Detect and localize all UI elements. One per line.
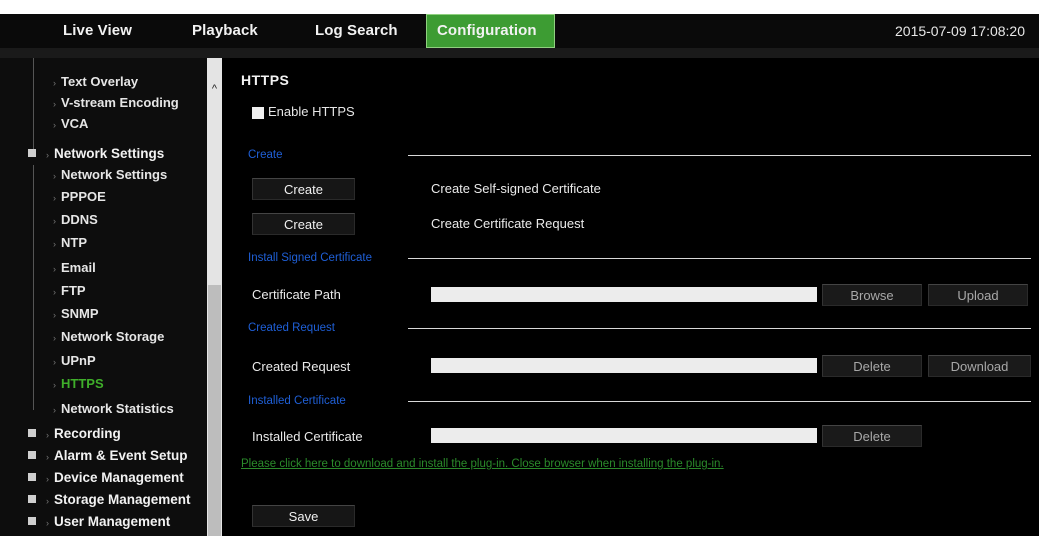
chevron-right-icon: › bbox=[46, 430, 49, 440]
create-self-signed-label: Create Self-signed Certificate bbox=[431, 181, 601, 196]
expand-icon[interactable] bbox=[28, 495, 36, 504]
chevron-right-icon: › bbox=[53, 380, 56, 390]
chevron-right-icon: › bbox=[53, 120, 56, 130]
chevron-right-icon: › bbox=[46, 496, 49, 506]
chevron-right-icon: › bbox=[53, 193, 56, 203]
sidebar-item-ntp[interactable]: › NTP bbox=[53, 232, 87, 254]
sidebar-group-user-management[interactable]: › User Management bbox=[28, 511, 170, 533]
sidebar-item-pppoe[interactable]: › PPPOE bbox=[53, 186, 106, 208]
chevron-right-icon: › bbox=[53, 78, 56, 88]
sidebar-group-device-management[interactable]: › Device Management bbox=[28, 467, 184, 489]
chevron-right-icon: › bbox=[53, 171, 56, 181]
section-divider bbox=[408, 258, 1031, 259]
sidebar-item-ddns[interactable]: › DDNS bbox=[53, 209, 98, 231]
sidebar-group-recording[interactable]: › Recording bbox=[28, 423, 121, 445]
chevron-right-icon: › bbox=[53, 405, 56, 415]
sidebar-item-https[interactable]: › HTTPS bbox=[53, 373, 104, 395]
enable-https-checkbox[interactable] bbox=[252, 107, 264, 119]
sidebar-group-storage-management[interactable]: › Storage Management bbox=[28, 489, 191, 511]
upload-button[interactable]: Upload bbox=[928, 284, 1028, 306]
download-button[interactable]: Download bbox=[928, 355, 1031, 377]
sidebar-group-alarm-event-setup[interactable]: › Alarm & Event Setup bbox=[28, 445, 188, 467]
chevron-right-icon: › bbox=[53, 239, 56, 249]
created-request-label: Created Request bbox=[252, 359, 351, 374]
expand-icon[interactable] bbox=[28, 451, 36, 460]
browse-button[interactable]: Browse bbox=[822, 284, 922, 306]
section-install-heading: Install Signed Certificate bbox=[248, 252, 373, 264]
sidebar-item-upnp[interactable]: › UPnP bbox=[53, 350, 96, 372]
plugin-download-link[interactable]: Please click here to download and instal… bbox=[241, 458, 724, 470]
sidebar-item-ftp[interactable]: › FTP bbox=[53, 280, 86, 302]
expand-icon[interactable] bbox=[28, 473, 36, 482]
chevron-right-icon: › bbox=[53, 357, 56, 367]
chevron-right-icon: › bbox=[46, 518, 49, 528]
save-button[interactable]: Save bbox=[252, 505, 355, 527]
tab-log-search[interactable]: Log Search bbox=[315, 14, 398, 48]
window-top-edge bbox=[0, 0, 1039, 14]
chevron-right-icon: › bbox=[53, 333, 56, 343]
chevron-right-icon: › bbox=[53, 99, 56, 109]
certificate-path-input[interactable] bbox=[431, 287, 817, 302]
expand-icon[interactable] bbox=[28, 517, 36, 526]
tree-connector-video bbox=[33, 58, 34, 156]
scroll-up-icon[interactable]: ^ bbox=[207, 82, 222, 96]
section-divider bbox=[408, 155, 1031, 156]
current-datetime: 2015-07-09 17:08:20 bbox=[895, 23, 1025, 39]
create-self-signed-button[interactable]: Create bbox=[252, 178, 355, 200]
collapse-icon[interactable] bbox=[28, 149, 36, 158]
section-divider bbox=[408, 328, 1031, 329]
sidebar-group-network-settings[interactable]: › Network Settings bbox=[28, 143, 164, 165]
sidebar-item-text-overlay[interactable]: › Text Overlay bbox=[53, 71, 138, 93]
tab-configuration[interactable]: Configuration bbox=[426, 14, 555, 48]
certificate-path-label: Certificate Path bbox=[252, 287, 341, 302]
scrollbar-thumb[interactable] bbox=[208, 285, 221, 536]
sidebar-item-email[interactable]: › Email bbox=[53, 257, 96, 279]
chevron-right-icon: › bbox=[46, 150, 49, 160]
tab-live-view[interactable]: Live View bbox=[63, 14, 132, 48]
delete-installed-button[interactable]: Delete bbox=[822, 425, 922, 447]
sidebar-item-snmp[interactable]: › SNMP bbox=[53, 303, 99, 325]
expand-icon[interactable] bbox=[28, 429, 36, 438]
create-request-label: Create Certificate Request bbox=[431, 216, 585, 231]
section-divider bbox=[408, 401, 1031, 402]
section-installed-heading: Installed Certificate bbox=[248, 395, 346, 407]
chevron-right-icon: › bbox=[53, 287, 56, 297]
section-created-request-heading: Created Request bbox=[248, 322, 335, 334]
installed-certificate-input[interactable] bbox=[431, 428, 817, 443]
subheader-strip bbox=[0, 48, 1039, 58]
sidebar-item-vca[interactable]: › VCA bbox=[53, 113, 88, 135]
chevron-right-icon: › bbox=[46, 452, 49, 462]
section-create-heading: Create bbox=[248, 149, 283, 161]
sidebar-item-network-statistics[interactable]: › Network Statistics bbox=[53, 398, 174, 420]
enable-https-label: Enable HTTPS bbox=[268, 104, 355, 119]
chevron-right-icon: › bbox=[53, 216, 56, 226]
sidebar-item-v-stream-encoding[interactable]: › V-stream Encoding bbox=[53, 92, 179, 114]
tree-connector-network bbox=[33, 165, 34, 410]
create-request-button[interactable]: Create bbox=[252, 213, 355, 235]
chevron-right-icon: › bbox=[53, 264, 56, 274]
tab-playback[interactable]: Playback bbox=[192, 14, 258, 48]
page-title: HTTPS bbox=[241, 72, 290, 88]
created-request-input[interactable] bbox=[431, 358, 817, 373]
delete-request-button[interactable]: Delete bbox=[822, 355, 922, 377]
chevron-right-icon: › bbox=[53, 310, 56, 320]
chevron-right-icon: › bbox=[46, 474, 49, 484]
installed-certificate-label: Installed Certificate bbox=[252, 429, 363, 444]
sidebar-item-network-storage[interactable]: › Network Storage bbox=[53, 326, 164, 348]
top-navigation-bar: Live View Playback Log Search Configurat… bbox=[0, 14, 1039, 48]
sidebar-item-network-settings[interactable]: › Network Settings bbox=[53, 164, 167, 186]
